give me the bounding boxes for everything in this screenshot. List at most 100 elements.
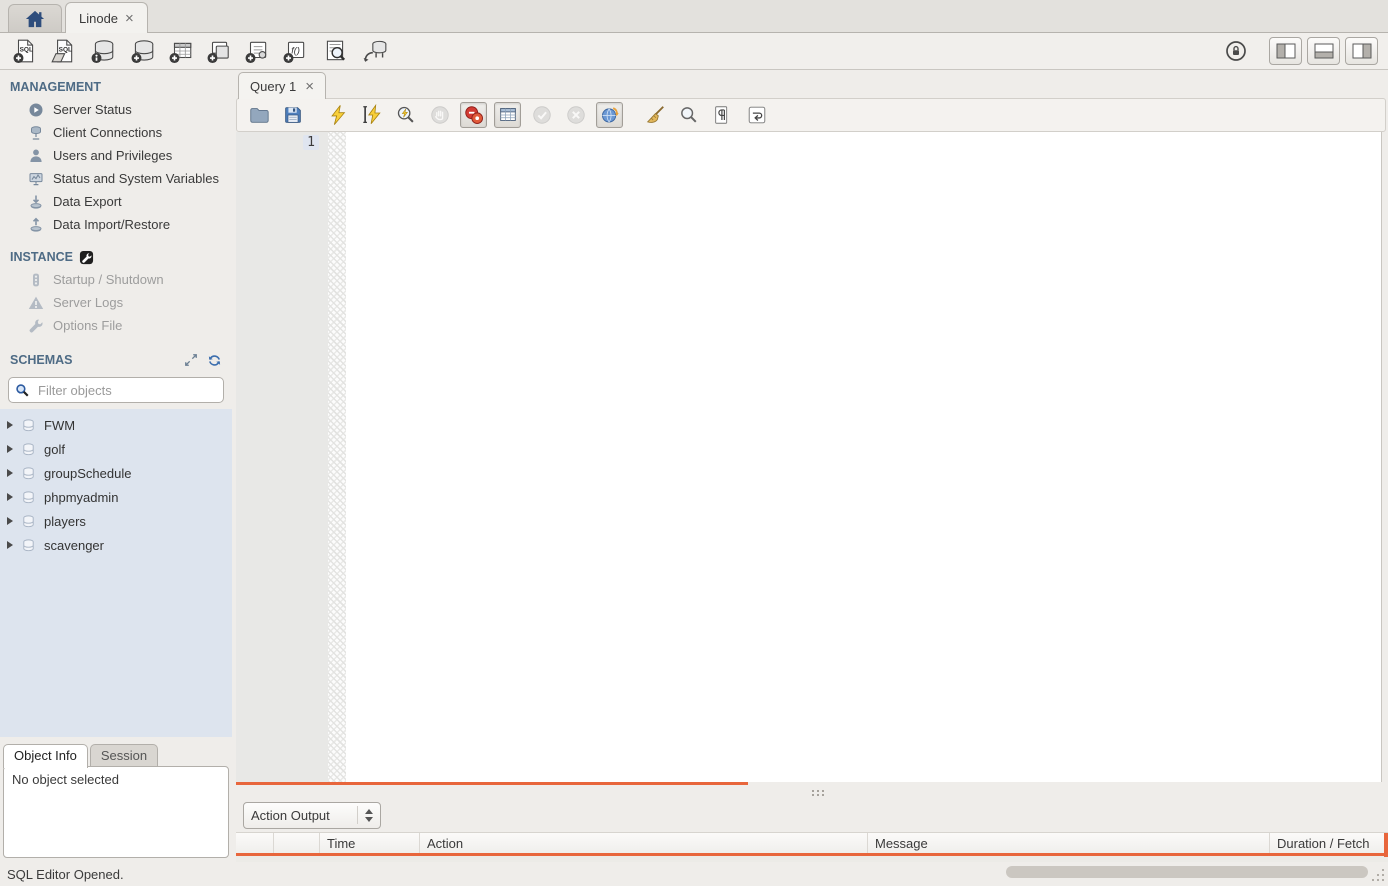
stop-button[interactable] [426, 102, 453, 128]
show-invisibles-button[interactable] [709, 102, 736, 128]
limit-rows-button[interactable] [494, 102, 521, 128]
toolbar-group-create: f() [128, 36, 310, 66]
output-col-message[interactable]: Message [868, 833, 1270, 853]
reconnect-dbms-button[interactable] [360, 36, 390, 66]
schema-row-scavenger[interactable]: scavenger [0, 533, 232, 557]
open-sql-script-button[interactable]: SQL [48, 36, 78, 66]
connection-tab[interactable]: Linode × [65, 2, 148, 33]
sidebar-item-startup-shutdown[interactable]: Startup / Shutdown [0, 268, 232, 291]
sidebar-item-system-variables[interactable]: Status and System Variables [0, 167, 232, 190]
search-table-data-button[interactable] [320, 36, 350, 66]
find-button[interactable] [675, 102, 702, 128]
new-sql-tab-button[interactable]: SQL [10, 36, 40, 66]
schema-inspector-button[interactable] [88, 36, 118, 66]
schema-row-groupschedule[interactable]: groupSchedule [0, 461, 232, 485]
open-sql-script-icon: SQL [50, 38, 76, 64]
schema-row-fwm[interactable]: FWM [0, 413, 232, 437]
toggle-bottom-panel-button[interactable] [1307, 37, 1340, 65]
toggle-left-panel-button[interactable] [1269, 37, 1302, 65]
expander-icon[interactable] [7, 493, 13, 501]
reconnect-dbms-icon [362, 38, 388, 64]
tab-label: Session [101, 748, 147, 763]
sidebar-item-data-import[interactable]: Data Import/Restore [0, 213, 232, 236]
horizontal-splitter[interactable] [236, 785, 1388, 798]
sidebar-item-users-privileges[interactable]: Users and Privileges [0, 144, 232, 167]
execute-button[interactable] [324, 102, 351, 128]
query-tabstrip: Query 1 × [236, 70, 1388, 98]
query-tab[interactable]: Query 1 × [238, 72, 326, 99]
sidebar: MANAGEMENT Server Status Client Connecti… [0, 70, 232, 862]
save-script-button[interactable] [279, 102, 306, 128]
refresh-icon[interactable] [207, 353, 222, 368]
schema-row-players[interactable]: players [0, 509, 232, 533]
toggle-wrap-button[interactable] [743, 102, 770, 128]
output-col-empty1[interactable] [236, 833, 274, 853]
expander-icon[interactable] [7, 421, 13, 429]
expander-icon[interactable] [7, 469, 13, 477]
home-tab[interactable] [8, 4, 62, 32]
tab-session[interactable]: Session [90, 744, 158, 766]
output-col-duration[interactable]: Duration / Fetch [1270, 833, 1388, 853]
commit-icon [531, 104, 553, 126]
beautify-button[interactable] [641, 102, 668, 128]
sidebar-item-label: Client Connections [53, 125, 162, 140]
sql-editor[interactable]: 1 [236, 132, 1382, 782]
execute-current-button[interactable] [358, 102, 385, 128]
rollback-icon [565, 104, 587, 126]
filter-box[interactable] [8, 377, 224, 403]
create-function-button[interactable]: f() [280, 36, 310, 66]
expander-icon[interactable] [7, 517, 13, 525]
toggle-autocommit-button[interactable] [596, 102, 623, 128]
lock-status-wrap[interactable] [1222, 37, 1250, 65]
output-selector[interactable]: Action Output [243, 802, 381, 829]
combo-spinner[interactable] [357, 806, 373, 824]
explain-button[interactable] [392, 102, 419, 128]
expander-icon[interactable] [7, 445, 13, 453]
create-view-icon [206, 38, 232, 64]
horizontal-scrollbar[interactable] [1006, 866, 1368, 878]
sidebar-item-options-file[interactable]: Options File [0, 314, 232, 337]
open-script-button[interactable] [245, 102, 272, 128]
resize-grip[interactable] [1372, 869, 1384, 881]
expander-icon[interactable] [7, 541, 13, 549]
tab-object-info[interactable]: Object Info [3, 744, 88, 768]
users-icon [28, 148, 44, 164]
schema-row-golf[interactable]: golf [0, 437, 232, 461]
rollback-button[interactable] [562, 102, 589, 128]
output-col-empty2[interactable] [274, 833, 320, 853]
connection-tab-close-icon[interactable]: × [125, 11, 134, 26]
output-col-action[interactable]: Action [420, 833, 868, 853]
filter-objects-input[interactable] [36, 382, 217, 399]
toggle-stop-on-error-button[interactable] [460, 102, 487, 128]
schema-db-icon [21, 514, 36, 529]
info-tabs: Object Info Session [0, 740, 232, 766]
toolbar-group-files: SQL SQL [10, 36, 78, 66]
sidebar-item-label: Server Status [53, 102, 132, 117]
toggle-right-panel-button[interactable] [1345, 37, 1378, 65]
mysql-workbench-window: Linode × SQL SQL [0, 0, 1388, 886]
limit-rows-icon [497, 104, 519, 126]
line-number: 1 [303, 135, 319, 150]
create-procedure-button[interactable] [242, 36, 272, 66]
main-toolbar: SQL SQL [0, 33, 1388, 70]
spacer [0, 337, 232, 349]
sidebar-item-data-export[interactable]: Data Export [0, 190, 232, 213]
query-tab-close-icon[interactable]: × [305, 79, 314, 94]
expand-icon[interactable] [184, 353, 198, 367]
schema-row-phpmyadmin[interactable]: phpmyadmin [0, 485, 232, 509]
sidebar-item-server-status[interactable]: Server Status [0, 98, 232, 121]
create-view-button[interactable] [204, 36, 234, 66]
sidebar-item-label: Users and Privileges [53, 148, 172, 163]
sql-text-area[interactable] [346, 132, 1382, 782]
open-script-icon [248, 104, 270, 126]
commit-button[interactable] [528, 102, 555, 128]
sidebar-item-server-logs[interactable]: Server Logs [0, 291, 232, 314]
create-procedure-icon [244, 38, 270, 64]
stop-icon [429, 104, 451, 126]
create-schema-button[interactable] [128, 36, 158, 66]
splitter-grip[interactable] [812, 790, 814, 792]
output-col-time[interactable]: Time [320, 833, 420, 853]
sidebar-item-client-connections[interactable]: Client Connections [0, 121, 232, 144]
create-table-button[interactable] [166, 36, 196, 66]
query-tab-label: Query 1 [250, 79, 296, 94]
